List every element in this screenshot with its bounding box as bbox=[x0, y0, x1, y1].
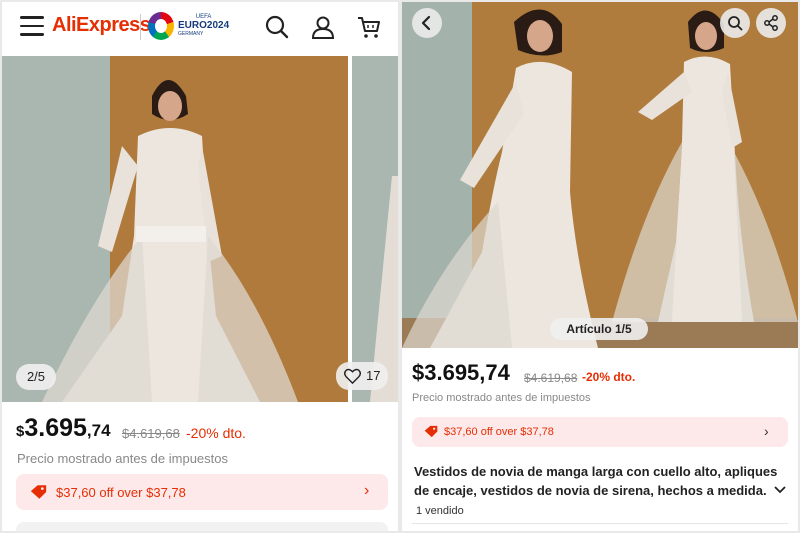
right-screenshot: Artículo 1/5 $3.695,74 $4.619,68 -20% dt… bbox=[402, 2, 798, 531]
chevron-down-icon[interactable] bbox=[774, 486, 786, 494]
heart-icon bbox=[344, 368, 361, 384]
discount-label: -20% dto. bbox=[186, 425, 246, 441]
product-price: $3.695,74 bbox=[412, 360, 510, 385]
tag-icon bbox=[30, 485, 47, 499]
user-icon[interactable] bbox=[310, 14, 336, 40]
search-icon[interactable] bbox=[264, 14, 290, 40]
share-icon bbox=[764, 15, 778, 31]
coupon-banner[interactable]: $37,60 off over $37,78 › bbox=[16, 474, 388, 510]
euro-2024-wordmark: UEFA EURO2024 GERMANY bbox=[178, 14, 230, 37]
menu-icon[interactable] bbox=[20, 16, 44, 36]
original-price: $4.619,68 bbox=[122, 426, 180, 441]
divider bbox=[412, 523, 788, 524]
coupon-text: $37,60 off over $37,78 bbox=[56, 485, 186, 500]
header-divider bbox=[140, 14, 141, 40]
search-icon bbox=[728, 16, 743, 31]
next-image-peek[interactable] bbox=[352, 56, 398, 402]
image-counter: 2/5 bbox=[16, 364, 56, 390]
next-section-placeholder bbox=[16, 522, 388, 531]
tag-icon bbox=[424, 425, 438, 438]
wishlist-count: 17 bbox=[366, 368, 381, 383]
sold-count: 1 vendido bbox=[416, 505, 464, 517]
bride-photo bbox=[402, 9, 798, 348]
original-price: $4.619,68 bbox=[524, 371, 578, 385]
back-icon bbox=[421, 15, 431, 31]
back-button[interactable] bbox=[412, 8, 442, 38]
product-image[interactable]: 2/5 bbox=[2, 56, 348, 402]
left-screenshot: AliExpress UEFA EURO2024 GERMANY 2/5 17 … bbox=[2, 2, 398, 531]
product-title[interactable]: Vestidos de novia de manga larga con cue… bbox=[414, 462, 786, 500]
discount-label: -20% dto. bbox=[582, 370, 636, 384]
search-button[interactable] bbox=[720, 8, 750, 38]
wishlist-button[interactable]: 17 bbox=[336, 362, 388, 390]
euro-2024-logo-icon bbox=[148, 12, 174, 40]
product-price: $3.695,74 bbox=[16, 414, 111, 442]
coupon-banner[interactable]: $37,60 off over $37,78 › bbox=[412, 417, 788, 447]
cart-icon[interactable] bbox=[356, 14, 382, 40]
comparison-frame: AliExpress UEFA EURO2024 GERMANY 2/5 17 … bbox=[0, 0, 800, 533]
image-counter: Artículo 1/5 bbox=[550, 318, 648, 340]
next-image-dress bbox=[370, 176, 398, 402]
product-image[interactable]: Artículo 1/5 bbox=[402, 2, 798, 348]
aliexpress-logo[interactable]: AliExpress bbox=[52, 14, 151, 37]
coupon-text: $37,60 off over $37,78 bbox=[444, 426, 554, 438]
price-note: Precio mostrado antes de impuestos bbox=[17, 451, 228, 466]
chevron-right-icon: › bbox=[764, 423, 769, 439]
chevron-right-icon: › bbox=[364, 482, 370, 499]
bride-photo bbox=[42, 80, 298, 402]
share-button[interactable] bbox=[756, 8, 786, 38]
price-note: Precio mostrado antes de impuestos bbox=[412, 392, 591, 404]
top-header: AliExpress UEFA EURO2024 GERMANY bbox=[2, 2, 398, 52]
